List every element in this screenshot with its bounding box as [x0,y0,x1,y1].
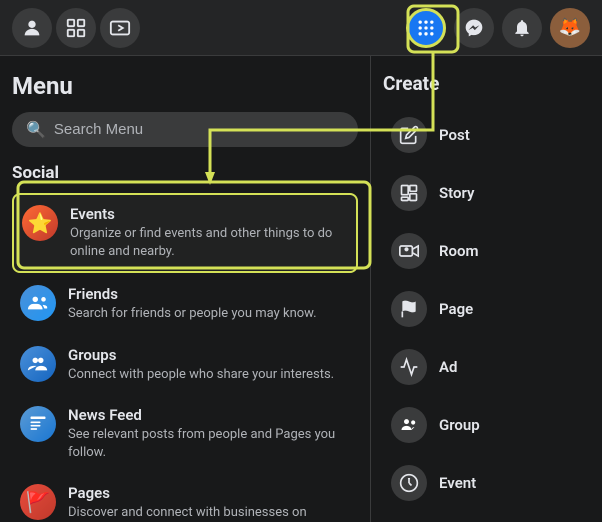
group-icon [391,407,427,443]
post-icon [391,117,427,153]
apps-grid-icon-btn[interactable] [406,8,446,48]
events-desc: Organize or find events and other things… [70,225,348,261]
groups-icon [20,346,56,382]
post-label: Post [439,126,470,144]
groups-title: Groups [68,346,334,364]
create-event-item[interactable]: Event [383,455,590,511]
nav-right: 🦊 [406,8,590,48]
nav-left [12,8,140,48]
story-icon [391,175,427,211]
search-input[interactable] [54,121,344,138]
home-icon-btn[interactable] [12,8,52,48]
pages-icon-btn[interactable] [56,8,96,48]
pages-title: Pages [68,484,350,502]
messenger-icon-btn[interactable] [454,8,494,48]
menu-item-events[interactable]: ⭐ Events Organize or find events and oth… [12,193,358,273]
social-section-label: Social [12,163,358,183]
right-panel: Create Post Story Room Pa [370,56,602,522]
room-label: Room [439,242,479,260]
newsfeed-text: News Feed See relevant posts from people… [68,406,350,462]
menu-item-friends[interactable]: Friends Search for friends or people you… [12,275,358,333]
newsfeed-desc: See relevant posts from people and Pages… [68,426,350,462]
newsfeed-title: News Feed [68,406,350,424]
pages-text: Pages Discover and connect with business… [68,484,350,522]
ad-label: Ad [439,358,457,376]
room-icon [391,233,427,269]
friends-icon [20,285,56,321]
create-room-item[interactable]: Room [383,223,590,279]
left-panel: Menu 🔍 Social ⭐ Events Organize or find … [0,56,370,522]
create-story-item[interactable]: Story [383,165,590,221]
pages-desc: Discover and connect with businesses on … [68,504,350,522]
events-icon: ⭐ [22,205,58,241]
ad-icon [391,349,427,385]
user-avatar[interactable]: 🦊 [550,8,590,48]
watch-icon-btn[interactable] [100,8,140,48]
search-icon: 🔍 [26,120,46,139]
create-ad-item[interactable]: Ad [383,339,590,395]
events-title: Events [70,205,348,223]
menu-title: Menu [12,72,358,100]
menu-item-pages[interactable]: 🚩 Pages Discover and connect with busine… [12,474,358,522]
create-group-item[interactable]: Group [383,397,590,453]
events-text: Events Organize or find events and other… [70,205,348,261]
friends-title: Friends [68,285,317,303]
story-label: Story [439,184,474,202]
friends-desc: Search for friends or people you may kno… [68,305,317,323]
group-label: Group [439,416,480,434]
newsfeed-icon [20,406,56,442]
friends-text: Friends Search for friends or people you… [68,285,317,323]
menu-item-groups[interactable]: Groups Connect with people who share you… [12,336,358,394]
create-title: Create [383,72,590,95]
search-bar[interactable]: 🔍 [12,112,358,147]
groups-text: Groups Connect with people who share you… [68,346,334,384]
page-create-icon [391,291,427,327]
top-nav: 🦊 [0,0,602,56]
groups-desc: Connect with people who share your inter… [68,366,334,384]
main-content: Menu 🔍 Social ⭐ Events Organize or find … [0,56,602,522]
create-page-item[interactable]: Page [383,281,590,337]
notifications-icon-btn[interactable] [502,8,542,48]
menu-item-newsfeed[interactable]: News Feed See relevant posts from people… [12,396,358,472]
page-label: Page [439,300,473,318]
event-label: Event [439,474,476,492]
event-icon [391,465,427,501]
pages-menu-icon: 🚩 [20,484,56,520]
create-post-item[interactable]: Post [383,107,590,163]
